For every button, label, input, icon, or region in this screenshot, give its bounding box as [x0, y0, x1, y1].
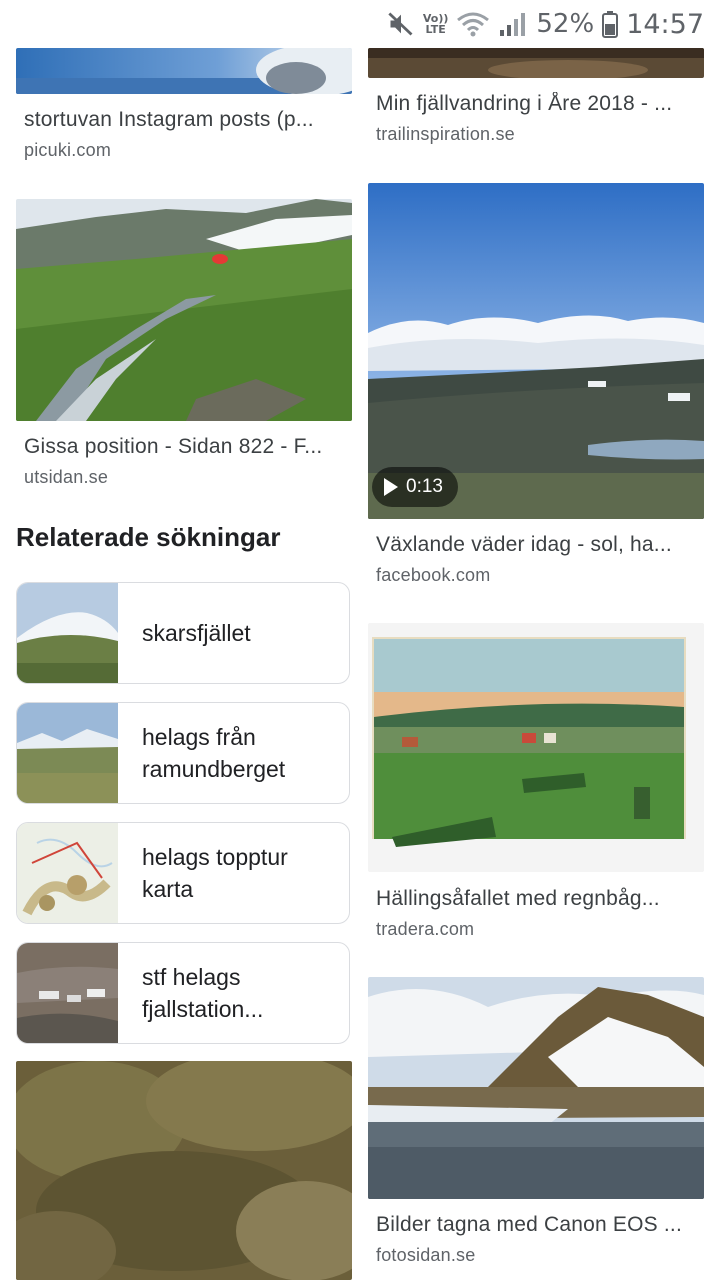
related-search-chip[interactable]: skarsfjället — [16, 582, 350, 684]
related-search-text: skarsfjället — [142, 620, 251, 646]
image-result[interactable]: Gissa position - Sidan 822 - F... utsida… — [16, 199, 352, 499]
related-search-text: helags topptur — [142, 844, 288, 870]
clock: 14:57 — [626, 8, 704, 40]
video-duration: 0:13 — [406, 476, 443, 497]
related-search-thumbnail — [17, 943, 118, 1043]
result-title[interactable]: stortuvan Instagram posts (p... — [24, 108, 342, 132]
image-result[interactable]: stortuvan Instagram posts (p... picuki.c… — [16, 48, 352, 168]
related-search-label[interactable]: stf helags fjallstation... — [142, 961, 337, 1025]
wifi-icon — [457, 12, 490, 37]
image-result[interactable]: Hällingsåfallet med regnbåg... tradera.c… — [368, 623, 704, 943]
result-image[interactable] — [368, 48, 704, 78]
result-source: utsidan.se — [24, 467, 109, 487]
related-search-label[interactable]: skarsfjället — [142, 617, 337, 649]
result-source: trailinspiration.se — [376, 124, 515, 144]
play-icon — [384, 478, 398, 496]
related-search-text: ramundberget — [142, 756, 286, 782]
image-result[interactable] — [16, 1061, 352, 1280]
status-icons: Vo)) LTE 52% 14:57 — [387, 6, 704, 42]
related-search-thumbnail — [17, 583, 118, 683]
result-source: fotosidan.se — [376, 1245, 476, 1265]
signal-icon — [500, 13, 526, 36]
result-title[interactable]: Min fjällvandring i Åre 2018 - ... — [376, 92, 694, 116]
result-image[interactable] — [16, 199, 352, 421]
result-title[interactable]: Bilder tagna med Canon EOS ... — [376, 1213, 694, 1237]
related-search-chip[interactable]: stf helags fjallstation... — [16, 942, 350, 1044]
battery-icon — [602, 11, 619, 38]
result-title[interactable]: Växlande väder idag - sol, ha... — [376, 533, 694, 557]
result-image[interactable] — [368, 623, 704, 872]
result-title[interactable]: Hällingsåfallet med regnbåg... — [376, 887, 694, 911]
result-source: tradera.com — [376, 919, 475, 939]
related-search-chip[interactable]: helags topptur karta — [16, 822, 350, 924]
status-bar: Vo)) LTE 52% 14:57 — [0, 0, 720, 48]
mute-icon — [388, 12, 413, 36]
related-search-label[interactable]: helags från ramundberget — [142, 721, 337, 785]
related-search-chip[interactable]: helags från ramundberget — [16, 702, 350, 804]
related-search-text: karta — [142, 876, 194, 902]
result-source: picuki.com — [24, 140, 112, 160]
related-search-text: fjallstation... — [142, 996, 264, 1022]
related-search-text: helags från — [142, 724, 256, 750]
related-search-label[interactable]: helags topptur karta — [142, 841, 337, 905]
result-title[interactable]: Gissa position - Sidan 822 - F... — [24, 435, 342, 459]
result-source: facebook.com — [376, 565, 491, 585]
lte-label: LTE — [425, 23, 446, 36]
result-image[interactable] — [16, 48, 352, 94]
related-search-text: stf helags — [142, 964, 241, 990]
result-image[interactable] — [368, 977, 704, 1199]
battery-percent: 52% — [536, 9, 595, 39]
video-duration-badge: 0:13 — [372, 467, 458, 507]
result-image[interactable] — [16, 1061, 352, 1280]
related-search-thumbnail — [17, 823, 118, 923]
result-image[interactable]: 0:13 — [368, 183, 704, 519]
video-result[interactable]: 0:13 Växlande väder idag - sol, ha... fa… — [368, 183, 704, 593]
volte-lte-icon: Vo)) LTE — [423, 13, 449, 35]
image-result[interactable]: Bilder tagna med Canon EOS ... fotosidan… — [368, 977, 704, 1280]
image-result[interactable]: Min fjällvandring i Åre 2018 - ... trail… — [368, 48, 704, 158]
related-search-thumbnail — [17, 703, 118, 803]
related-searches-heading: Relaterade sökningar — [16, 522, 281, 552]
